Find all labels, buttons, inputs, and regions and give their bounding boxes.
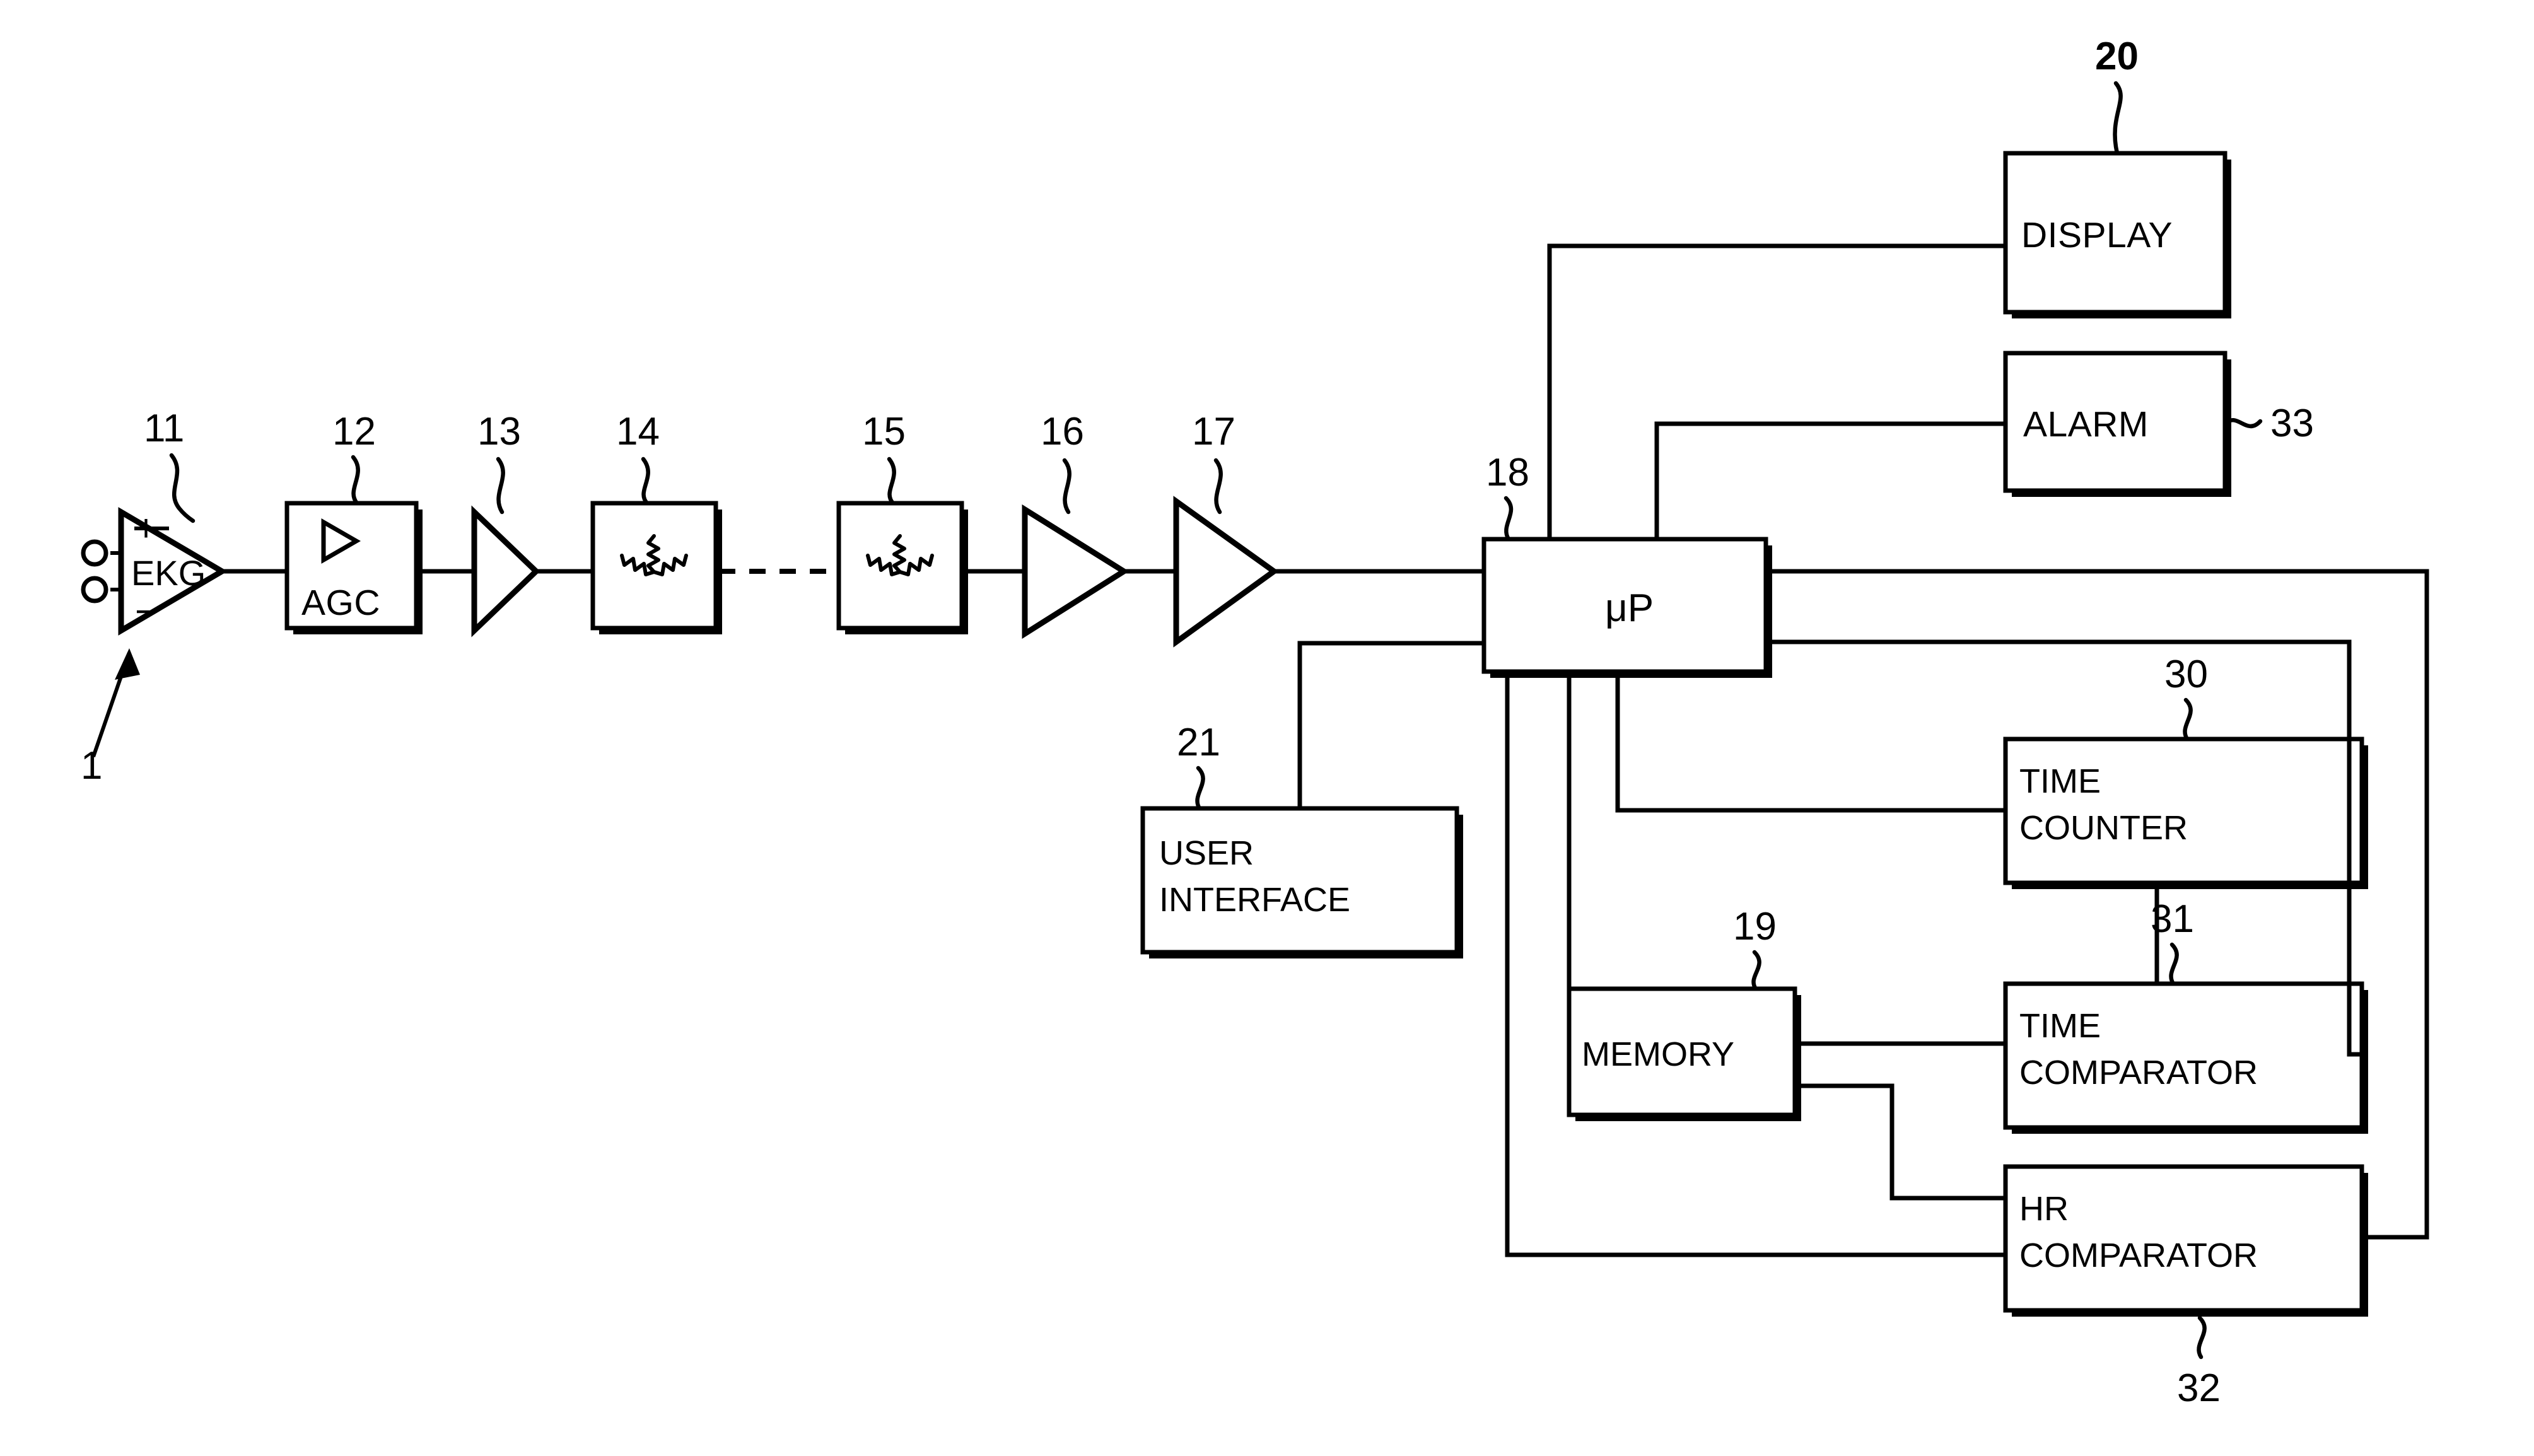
ref-15-callout: 15 [862, 410, 906, 506]
ui-label-line2: INTERFACE [1159, 881, 1350, 919]
ref-11-leader-icon [169, 453, 196, 523]
ref-18-label: 18 [1486, 451, 1529, 494]
ref-15-leader-icon [887, 457, 896, 506]
amp17-block[interactable] [1173, 496, 1279, 648]
time-comparator-block[interactable]: TIME COMPARATOR [2003, 981, 2368, 1134]
microprocessor-block[interactable]: μP [1481, 537, 1772, 678]
system-arrow-head-icon [115, 648, 140, 680]
ref-16-label: 16 [1041, 410, 1084, 453]
ref-17-leader-icon [1213, 458, 1223, 515]
ref-31-leader-icon [2169, 942, 2179, 986]
ui-rect[interactable] [1140, 806, 1459, 955]
ref-30-label: 30 [2164, 653, 2208, 696]
alarm-block[interactable]: ALARM [2003, 351, 2231, 497]
memory-block[interactable]: MEMORY [1567, 986, 1801, 1121]
ref-14-callout: 14 [616, 410, 660, 506]
ekg-amplifier-block[interactable]: + − EKG [81, 507, 228, 636]
ekg-minus-sign: − [135, 590, 157, 632]
electrode-terminal-lower-icon[interactable] [81, 576, 108, 603]
ref-30-leader-icon [2183, 697, 2193, 742]
ref-13-callout: 13 [477, 410, 521, 515]
ref-14-label: 14 [616, 410, 660, 453]
ekg-plus-sign: + [135, 507, 157, 549]
display-label: DISPLAY [2021, 215, 2173, 255]
ref-18-leader-icon [1503, 496, 1514, 542]
wire-up-to-user-interface [1297, 641, 1484, 808]
amp13-block[interactable] [471, 505, 540, 638]
wire-up-right-to-hr-comparator-return [1766, 569, 2429, 1240]
up-label: μP [1605, 586, 1654, 630]
amp16-block[interactable] [1022, 504, 1130, 639]
ref-32-label: 32 [2177, 1366, 2221, 1410]
block-diagram-svg: + − EKG 11 1 AGC 12 13 14 15 16 17 μP 18… [81, 35, 2429, 1410]
agc-label: AGC [301, 583, 380, 623]
ref-18-callout: 18 [1486, 451, 1529, 542]
ref-30-callout: 30 [2164, 653, 2208, 742]
ref-12-label: 12 [332, 410, 376, 453]
ref-12-leader-icon [351, 455, 360, 506]
memory-label: MEMORY [1582, 1035, 1734, 1073]
hr-comparator-label-line1: HR [2019, 1190, 2069, 1228]
ekg-label: EKG [131, 553, 206, 593]
figure-canvas: + − EKG 11 1 AGC 12 13 14 15 16 17 μP 18… [0, 0, 2534, 1456]
ref-12-callout: 12 [332, 410, 376, 506]
wire-up-to-display [1547, 243, 2006, 539]
time-counter-label-line1: TIME [2019, 762, 2101, 800]
ref-13-leader-icon [496, 457, 505, 515]
ref-11-label: 11 [144, 407, 184, 450]
time-comparator-label-line2: COMPARATOR [2019, 1054, 2258, 1092]
ref-15-label: 15 [862, 410, 906, 453]
hr-comparator-label-line2: COMPARATOR [2019, 1237, 2258, 1274]
ref-33-callout: 33 [2222, 402, 2314, 445]
electrode-terminal-upper-icon[interactable] [81, 539, 108, 567]
filter15-block[interactable] [836, 501, 968, 634]
ref-21-callout: 21 [1177, 721, 1220, 811]
hr-comparator-block[interactable]: HR COMPARATOR [2003, 1164, 2368, 1317]
ref-32-callout: 32 [2177, 1315, 2221, 1410]
ref-19-leader-icon [1751, 950, 1761, 991]
ref-16-callout: 16 [1041, 410, 1084, 515]
ref-19-callout: 19 [1733, 905, 1777, 991]
amp16-triangle-shape[interactable] [1022, 504, 1130, 639]
ref-32-leader-icon [2197, 1315, 2207, 1360]
system-ref-callout: 1 [81, 648, 140, 788]
display-block[interactable]: DISPLAY [2003, 151, 2231, 318]
filter14-rect[interactable] [590, 501, 718, 631]
filter14-block[interactable] [590, 501, 722, 634]
alarm-label: ALARM [2023, 404, 2149, 445]
time-comparator-label-line1: TIME [2019, 1007, 2101, 1045]
wire-up-to-time-counter [1615, 672, 2006, 813]
user-interface-block[interactable]: USER INTERFACE [1140, 806, 1463, 958]
time-counter-label-line2: COUNTER [2019, 809, 2188, 847]
amp13-triangle-shape[interactable] [471, 505, 540, 638]
time-counter-block[interactable]: TIME COUNTER [2003, 737, 2368, 889]
agc-block[interactable]: AGC [284, 501, 423, 634]
ref-21-leader-icon [1195, 766, 1205, 811]
wire-up-to-alarm [1654, 421, 2006, 539]
ref-20-callout: 20 [2095, 35, 2139, 156]
ref-16-leader-icon [1062, 458, 1071, 515]
ref-17-label: 17 [1192, 410, 1235, 453]
ref-20-leader-icon [2113, 81, 2123, 156]
ref-33-label: 33 [2270, 402, 2314, 445]
ref-11-callout: 11 [144, 407, 196, 523]
ui-label-line1: USER [1159, 834, 1254, 872]
amp17-triangle-shape[interactable] [1173, 496, 1279, 648]
ref-14-leader-icon [641, 457, 650, 506]
wire-memory-to-hr-comparator [1795, 1083, 2006, 1201]
ref-13-label: 13 [477, 410, 521, 453]
ref-19-label: 19 [1733, 905, 1777, 948]
wire-up-to-hr-comparator [1505, 672, 2006, 1257]
system-ref-label: 1 [81, 744, 102, 788]
filter15-rect[interactable] [836, 501, 964, 631]
ref-20-label: 20 [2095, 35, 2139, 78]
ref-17-callout: 17 [1192, 410, 1235, 515]
ref-21-label: 21 [1177, 721, 1220, 764]
